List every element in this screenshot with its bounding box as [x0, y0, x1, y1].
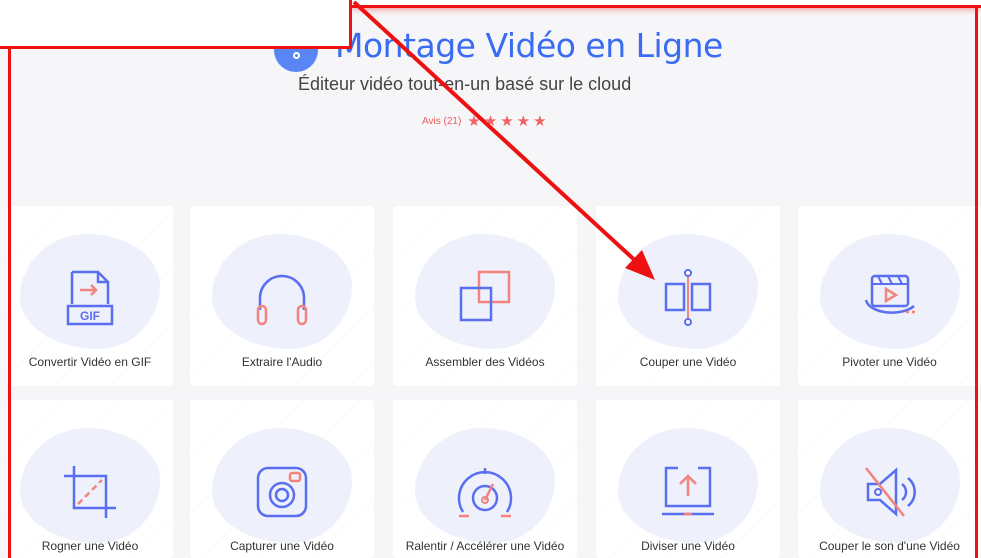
tool-label: Extraire l'Audio [241, 355, 323, 369]
tool-label: Couper le son d'une Vidéo [819, 539, 960, 553]
rotate-video-icon [864, 274, 916, 314]
tool-label: Ralentir / Accélérer une Vidéo [405, 539, 565, 553]
star-icon: ★ [516, 113, 531, 130]
star-icon: ★ [483, 113, 498, 130]
tool-merge-videos[interactable]: Assembler des Vidéos [393, 206, 577, 386]
star-icon: ★ [533, 113, 547, 130]
star-rating: ★ ★ ★ ★ ★ [467, 114, 546, 129]
tool-label: Couper une Vidéo [639, 355, 737, 369]
tool-split-video[interactable]: Diviser une Vidéo [596, 400, 780, 558]
page-title: Montage Vidéo en Ligne [335, 26, 723, 65]
star-icon: ★ [467, 113, 481, 130]
annotation-frame-top [352, 0, 981, 8]
svg-text:GIF: GIF [80, 309, 100, 323]
camera-icon [256, 466, 308, 518]
tool-convert-gif[interactable]: GIF Convertir Vidéo en GIF [7, 206, 173, 386]
cut-video-icon [664, 269, 712, 326]
gif-convert-icon: GIF [66, 270, 114, 326]
reviews-link[interactable]: Avis (21) [422, 116, 461, 127]
annotation-frame-left [8, 49, 11, 558]
tool-mute-video[interactable]: Couper le son d'une Vidéo [798, 400, 981, 558]
annotation-callout-box [0, 0, 352, 49]
tool-capture-video[interactable]: Capturer une Vidéo [190, 400, 374, 558]
headphones-icon [256, 274, 308, 326]
speed-dial-icon [457, 468, 513, 518]
tool-speed-video[interactable]: Ralentir / Accélérer une Vidéo [393, 400, 577, 558]
tool-rotate-video[interactable]: Pivoter une Vidéo [798, 206, 981, 386]
rating[interactable]: Avis (21) ★ ★ ★ ★ ★ [422, 114, 547, 129]
split-upload-icon [662, 466, 714, 516]
star-icon: ★ [500, 113, 514, 130]
tool-label: Rogner une Vidéo [41, 539, 139, 553]
tools-grid: GIF Convertir Vidéo en GIF Extraire l'Au… [0, 190, 981, 558]
page-subtitle: Éditeur vidéo tout-en-un basé sur le clo… [298, 74, 632, 94]
tool-label: Assembler des Vidéos [425, 355, 545, 369]
tool-extract-audio[interactable]: Extraire l'Audio [190, 206, 374, 386]
merge-icon [459, 270, 511, 322]
tool-label: Pivoter une Vidéo [842, 355, 937, 369]
mute-icon [864, 467, 916, 517]
tool-label: Capturer une Vidéo [230, 539, 334, 553]
tool-label: Diviser une Vidéo [641, 539, 735, 553]
tool-label: Convertir Vidéo en GIF [28, 355, 152, 369]
annotation-frame-right [975, 8, 978, 558]
tool-cut-video[interactable]: Couper une Vidéo [596, 206, 780, 386]
crop-icon [64, 466, 116, 518]
tool-crop-video[interactable]: Rogner une Vidéo [7, 400, 173, 558]
